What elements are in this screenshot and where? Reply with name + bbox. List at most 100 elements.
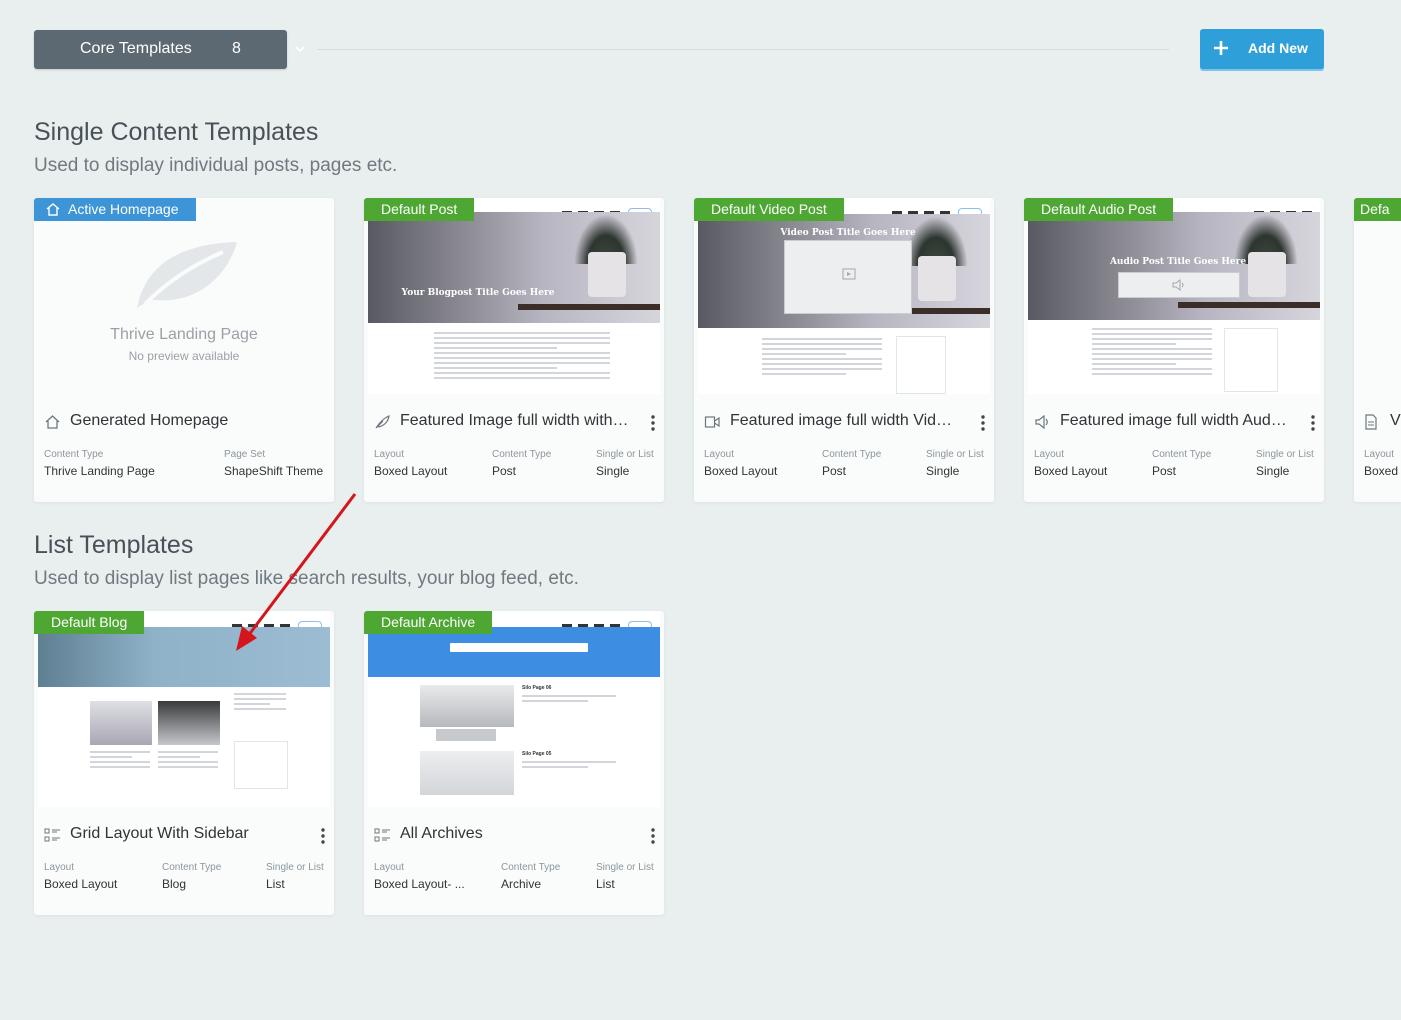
meta-single-or-list: Single or List Single [596,449,654,478]
meta-value: Boxed Layout [374,464,448,478]
add-new-button[interactable]: Add New [1200,29,1324,69]
template-title[interactable]: Generated Homepage [70,412,300,430]
template-card-default-post[interactable]: Default Post Your Blogpost Title Goes He… [364,198,664,502]
meta-content-type: Content Type Archive [501,862,560,891]
template-title[interactable]: Featured image full width Video... [730,412,960,430]
preview-nav [226,617,322,631]
meta-key: Single or List [596,862,654,873]
meta-value: Single [926,464,960,478]
template-card-partial[interactable]: Defa V Layout Boxed [1354,198,1401,502]
single-section-subtitle: Used to display individual posts, pages … [34,155,398,176]
template-preview [1358,198,1401,394]
template-title[interactable]: V [1390,412,1401,430]
add-new-label: Add New [1248,40,1308,56]
preview-nav [556,204,652,218]
meta-value: Single [1256,464,1290,478]
meta-value: Thrive Landing Page [44,464,155,478]
meta-single-or-list: Single or List Single [926,449,984,478]
archive-item-title: Silo Page 05 [522,751,552,757]
list-section-title: List Templates [34,531,194,559]
meta-key: Layout [704,449,735,460]
hero-title: Your Blogpost Title Goes Here [401,288,555,298]
meta-key: Layout [374,449,405,460]
meta-key: Layout [44,862,75,873]
preview-nav [886,204,982,218]
leaf-icon [137,242,237,308]
more-options-icon[interactable] [320,827,326,845]
meta-layout: Layout Boxed Layout [44,862,117,891]
video-placeholder [784,240,912,314]
meta-value: List [596,877,615,891]
template-preview: Welcome to the Blog [38,611,330,807]
template-title[interactable]: All Archives [400,825,630,843]
hero-title: Audio Post Title Goes Here [1109,257,1247,267]
meta-key: Page Set [224,449,266,460]
chevron-down-icon [295,46,305,53]
meta-single-or-list: Single or List Single [1256,449,1314,478]
preview-nav [556,617,652,631]
template-card-default-archive[interactable]: Default Archive Silo Page 06 Silo Page 0… [364,611,664,915]
template-count: 8 [232,40,241,57]
meta-value: Post [822,464,847,478]
meta-single-or-list: Single or List List [266,862,324,891]
default-blog-badge: Default Blog [34,611,145,634]
template-title[interactable]: Featured image full width Audio... [1060,412,1290,430]
meta-value: List [266,877,285,891]
template-set-label: Core Templates [80,40,192,57]
more-options-icon[interactable] [650,827,656,845]
preview-hero: Welcome to the Blog [38,627,330,687]
meta-content-type: Content Type Post [822,449,881,478]
template-title[interactable]: Featured Image full width witho... [400,412,630,430]
video-icon [842,268,856,280]
template-preview: Video Post Title Goes Here [698,198,990,394]
meta-key: Content Type [44,449,104,460]
meta-key: Layout [1364,449,1395,460]
meta-value: Post [492,464,517,478]
home-icon [46,203,60,216]
meta-content-type: Content Type Thrive Landing Page [44,449,155,478]
hero-title: Video Post Title Goes Here [780,228,916,238]
preview-hero: Your Blogpost Title Goes Here [368,212,660,323]
template-card-default-audio-post[interactable]: Default Audio Post Audio Post Title Goes… [1024,198,1324,502]
single-section-title: Single Content Templates [34,118,319,146]
preview-title: Thrive Landing Page [110,326,258,343]
more-options-icon[interactable] [980,414,986,432]
meta-value: Boxed Layout [1034,464,1108,478]
template-card-default-blog[interactable]: Default Blog Welcome to the Blog Grid La… [34,611,334,915]
meta-key: Content Type [492,449,552,460]
list-section-subtitle: Used to display list pages like search r… [34,568,579,589]
more-options-icon[interactable] [650,414,656,432]
video-post-icon [704,416,720,428]
preview-hero: Video Post Title Goes Here [698,214,990,328]
template-preview: Thrive Landing Page No preview available [38,198,330,394]
meta-single-or-list: Single or List List [596,862,654,891]
template-card-generated-homepage[interactable]: Active Homepage Thrive Landing Page No p… [34,198,334,502]
template-set-dropdown[interactable]: Core Templates 8 [34,30,305,69]
more-options-icon[interactable] [1310,414,1316,432]
default-audio-post-badge: Default Audio Post [1024,198,1174,221]
plus-icon [1214,41,1228,55]
list-icon [374,828,390,842]
meta-key: Single or List [1256,449,1314,460]
speaker-icon [1172,279,1184,291]
meta-layout: Layout Boxed Layout- ... [374,862,465,891]
meta-key: Single or List [266,862,324,873]
default-video-post-badge: Default Video Post [694,198,844,221]
active-homepage-badge: Active Homepage [34,198,196,221]
badge-label: Active Homepage [68,201,179,217]
template-card-default-video-post[interactable]: Default Video Post Video Post Title Goes… [694,198,994,502]
meta-value: Boxed [1364,464,1399,478]
meta-value: Boxed Layout [704,464,778,478]
preview-hero [368,627,660,677]
preview-subtitle: No preview available [128,349,240,363]
feather-icon [375,415,390,429]
meta-layout: Layout Boxed [1364,449,1398,478]
template-title[interactable]: Grid Layout With Sidebar [70,825,300,843]
meta-key: Layout [374,862,405,873]
list-icon [44,828,60,842]
preview-hero: Audio Post Title Goes Here [1028,212,1320,320]
meta-value: Single [596,464,630,478]
template-preview: Audio Post Title Goes Here [1028,198,1320,394]
top-divider [317,49,1169,50]
meta-content-type: Content Type Post [1152,449,1211,478]
